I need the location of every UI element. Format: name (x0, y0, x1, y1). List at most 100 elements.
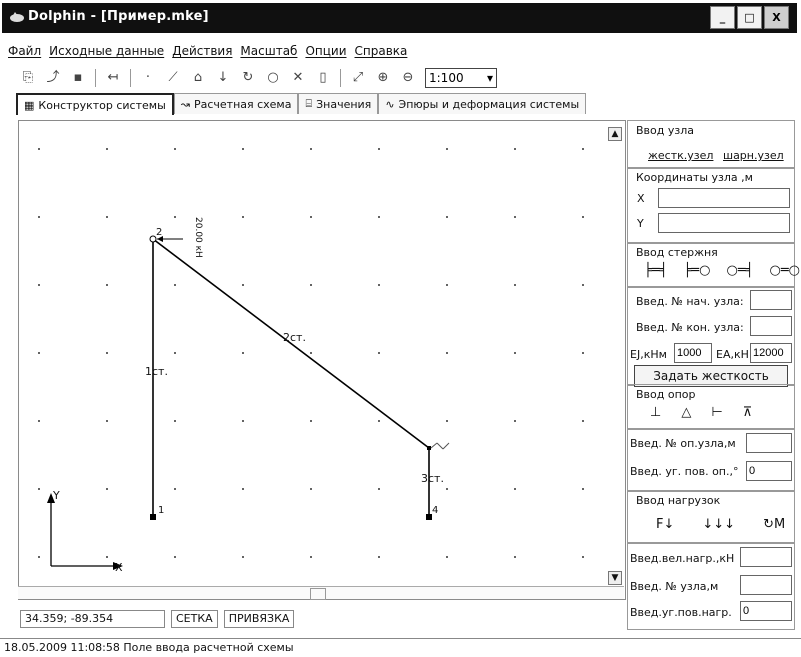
menu-options[interactable]: Опции (305, 44, 346, 60)
pinned-support-icon[interactable]: △ (681, 405, 691, 420)
scroll-down-button[interactable]: ▼ (608, 571, 622, 585)
ea-field[interactable] (750, 343, 792, 363)
rod-icon[interactable]: ⟋ (165, 70, 181, 86)
grid-dot (378, 148, 380, 150)
scroll-thumb[interactable] (310, 588, 326, 600)
tab-design-scheme[interactable]: ↝ Расчетная схема (173, 93, 299, 114)
chevron-down-icon: ▾ (486, 71, 493, 85)
canvas-status-bar: 34.359; -89.354 СЕТКА ПРИВЯЗКА (20, 610, 295, 628)
support-node-field[interactable] (746, 433, 792, 453)
save-icon[interactable]: ▪ (70, 70, 86, 86)
grid-dot (174, 556, 176, 558)
roller-support-icon[interactable]: ⊼ (743, 405, 753, 420)
load-type-icons: F↓ ↓↓↓ ↻M (656, 517, 785, 532)
tab-values[interactable]: ⌸ Значения (298, 93, 379, 114)
menu-actions[interactable]: Действия (172, 44, 232, 60)
scroll-up-button[interactable]: ▲ (608, 127, 622, 141)
grid-dot (38, 216, 40, 218)
rod-input-group: Ввод стержня ╞═╡ ╞═○ ○═╡ ○═○ (627, 242, 800, 288)
support-node-1[interactable] (150, 514, 156, 520)
load-value-field[interactable] (740, 547, 792, 567)
tab-system-constructor[interactable]: ▦ Конструктор системы (16, 93, 174, 115)
grid-dot (242, 556, 244, 558)
node-label-4: 4 (432, 505, 439, 516)
grid-dot (242, 148, 244, 150)
close-button[interactable]: X (764, 6, 789, 29)
menu-input-data[interactable]: Исходные данные (49, 44, 164, 60)
grid-dot (378, 556, 380, 558)
moment-icon[interactable]: ↻ (240, 70, 256, 86)
grid-dot (106, 284, 108, 286)
rod-hinge-rigid-icon[interactable]: ○═╡ (726, 263, 753, 278)
node-input-group: Ввод узла жестк.узел шарн.узел (627, 120, 795, 169)
node-icon[interactable]: · (140, 70, 156, 86)
rod-rigid-hinge-icon[interactable]: ╞═○ (683, 263, 710, 278)
point-load-icon[interactable]: F↓ (656, 517, 674, 532)
y-field[interactable] (658, 213, 790, 233)
grid-dot (446, 556, 448, 558)
grid-dot (378, 488, 380, 490)
moment-symbol-icon (430, 442, 450, 450)
load-node-field[interactable] (740, 575, 792, 595)
drawing-canvas[interactable]: 2 1 4 1ст. 2ст. 3ст. 20.00 кН Y X (18, 120, 626, 600)
minimize-button[interactable]: _ (710, 6, 735, 29)
end-node-field[interactable] (750, 316, 792, 336)
x-field[interactable] (658, 188, 790, 208)
distributed-load-icon[interactable]: ↓↓↓ (702, 517, 735, 532)
grid-dot (310, 148, 312, 150)
support-icon[interactable]: ⌂ (190, 70, 206, 86)
toolbar-divider (130, 69, 131, 87)
ej-label: EJ,кНм (630, 348, 667, 361)
new-icon[interactable]: ⎘ (20, 70, 36, 86)
grid-toggle[interactable]: СЕТКА (171, 610, 218, 628)
grid-dot (174, 216, 176, 218)
start-node-field[interactable] (750, 290, 792, 310)
zoom-out-icon[interactable]: ⊖ (400, 70, 416, 86)
grid-dot (446, 284, 448, 286)
node-3[interactable] (427, 446, 431, 450)
open-icon[interactable]: ⤴ (45, 70, 61, 86)
grid-dot (514, 148, 516, 150)
undo-icon[interactable]: ↤ (105, 70, 121, 86)
properties-icon[interactable]: ▯ (315, 70, 331, 86)
cursor-coordinates: 34.359; -89.354 (20, 610, 165, 628)
hinge-icon[interactable]: ○ (265, 70, 281, 86)
rod-hinge-hinge-icon[interactable]: ○═○ (769, 263, 800, 278)
menu-file[interactable]: Файл (8, 44, 41, 60)
rigid-node-link[interactable]: жестк.узел (648, 149, 713, 162)
zoom-in-icon[interactable]: ⊕ (375, 70, 391, 86)
grid-dot (106, 216, 108, 218)
moment-load-icon[interactable]: ↻M (763, 517, 785, 532)
snap-toggle[interactable]: ПРИВЯЗКА (223, 610, 295, 628)
grid-dot (310, 420, 312, 422)
fixed-support-icon[interactable]: ⊥ (650, 405, 661, 420)
node-input-title: Ввод узла (636, 124, 694, 137)
toolbar-divider (95, 69, 96, 87)
y-label: Y (637, 217, 644, 230)
support-angle-field[interactable] (746, 461, 792, 481)
hinge-node-link[interactable]: шарн.узел (723, 149, 784, 162)
bottom-status-bar: 18.05.2009 11:08:58 Поле ввода расчетной… (0, 638, 801, 656)
sliding-clamp-icon[interactable]: ⊢ (711, 405, 722, 420)
node-label-1: 1 (158, 505, 165, 516)
grid-dot (378, 352, 380, 354)
axis-y-label: Y (53, 489, 60, 502)
horizontal-scrollbar[interactable] (18, 586, 624, 600)
toolbar: ⎘ ⤴ ▪ ↤ · ⟋ ⌂ ↓ ↻ ○ ✕ ▯ ⤢ ⊕ ⊖ 1:100 ▾ (20, 66, 497, 90)
grid-dot (174, 284, 176, 286)
rod-rigid-rigid-icon[interactable]: ╞═╡ (644, 263, 667, 278)
menu-help[interactable]: Справка (355, 44, 408, 60)
ej-field[interactable] (674, 343, 712, 363)
zoom-select[interactable]: 1:100 ▾ (425, 68, 497, 88)
grid-dot (582, 216, 584, 218)
grid-dot (582, 284, 584, 286)
rod-label-3: 3ст. (421, 472, 444, 485)
delete-icon[interactable]: ✕ (290, 70, 306, 86)
grid-dots (38, 148, 584, 558)
load-icon[interactable]: ↓ (215, 70, 231, 86)
zoom-fit-icon[interactable]: ⤢ (350, 70, 366, 86)
tab-diagrams[interactable]: ∿ Эпюры и деформация системы (378, 93, 587, 114)
load-angle-field[interactable] (740, 601, 792, 621)
maximize-button[interactable]: □ (737, 6, 762, 29)
menu-scale[interactable]: Масштаб (240, 44, 297, 60)
